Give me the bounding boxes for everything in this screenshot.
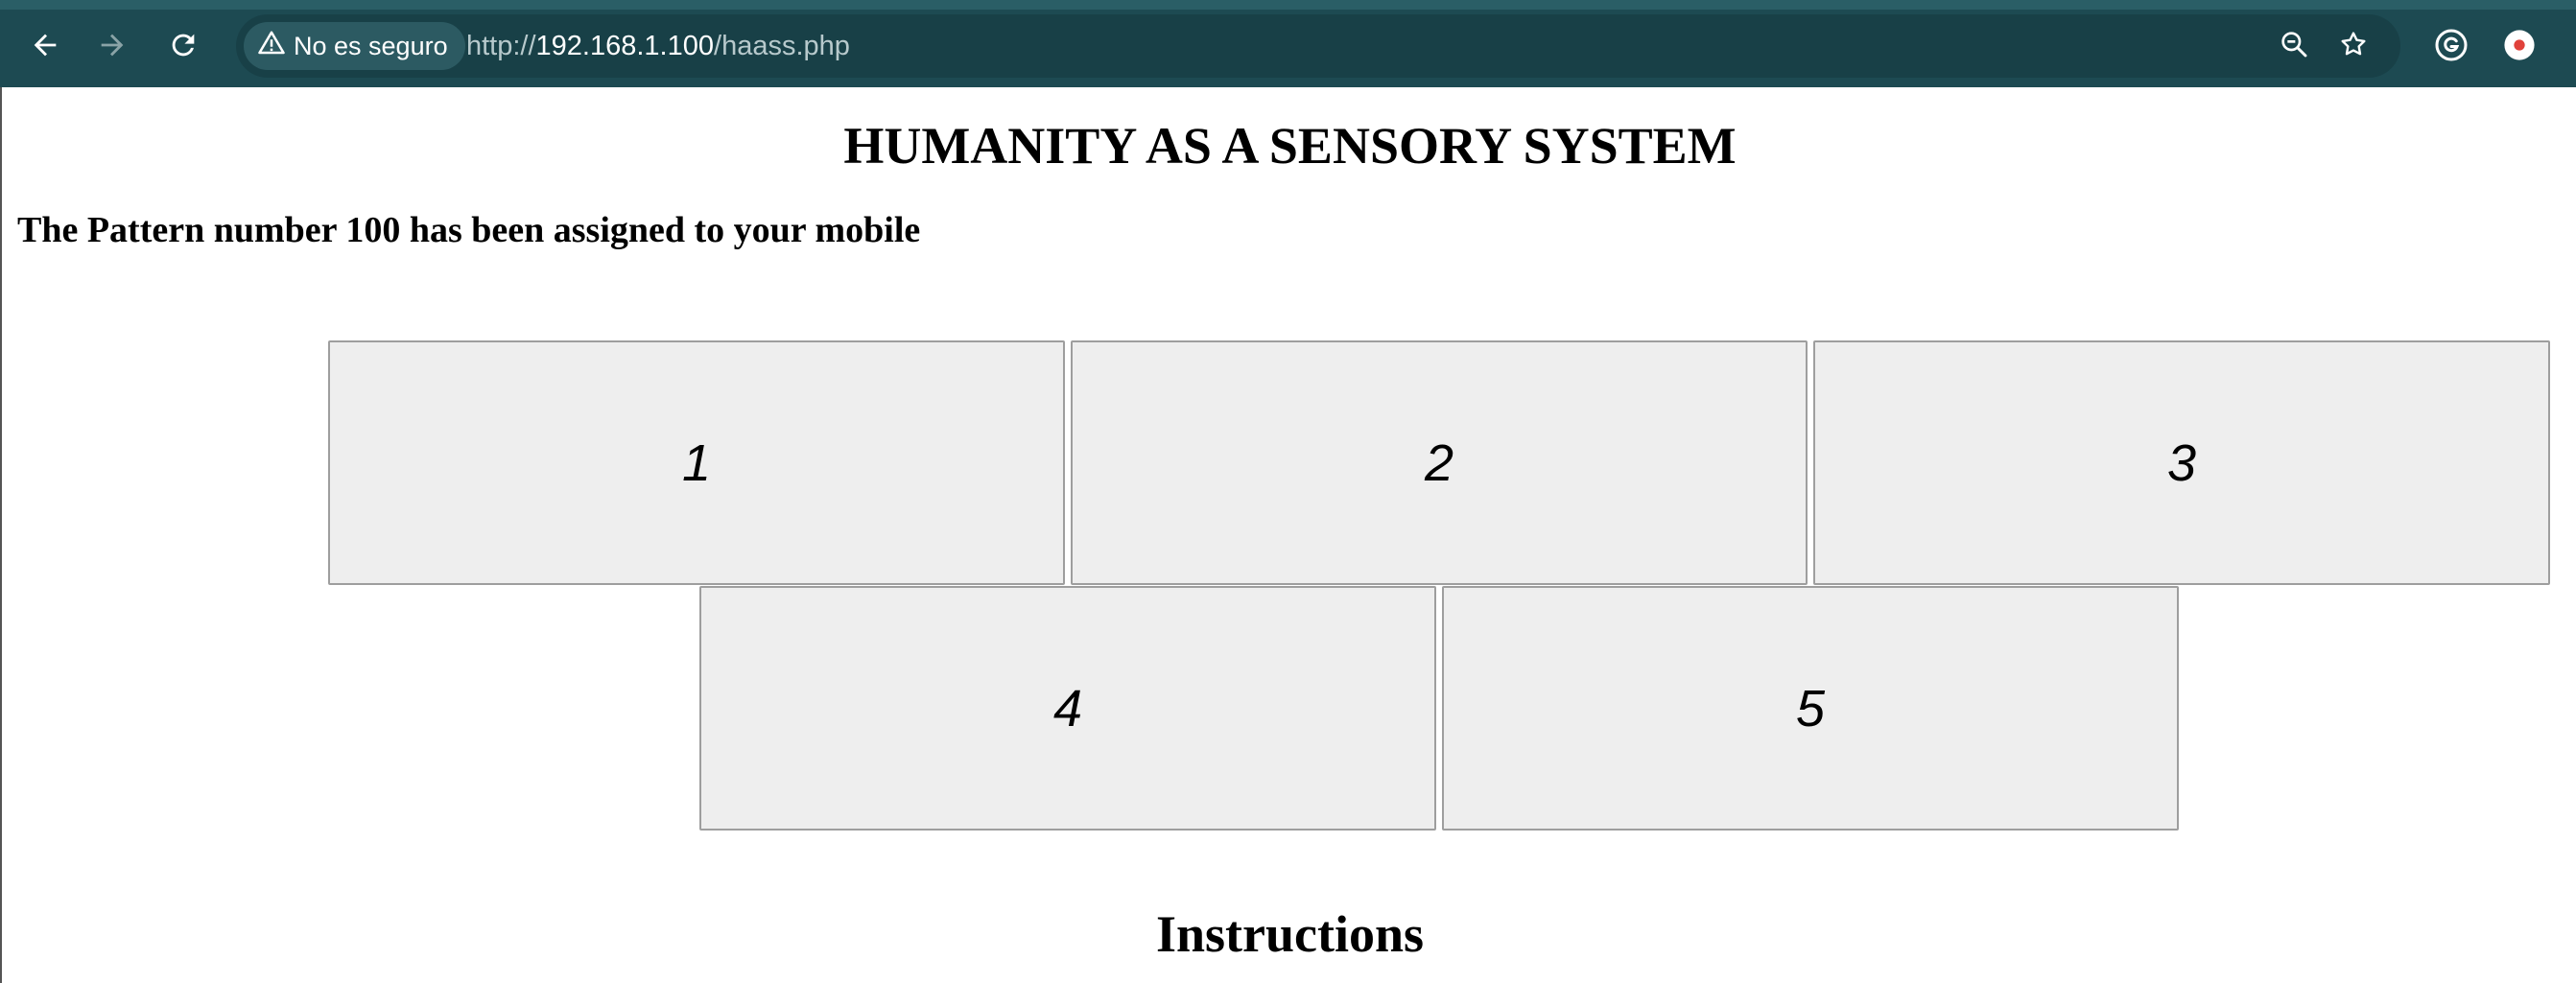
grammarly-icon (2434, 28, 2469, 67)
zoom-out-icon (2279, 29, 2309, 64)
forward-button[interactable] (90, 23, 134, 67)
grammarly-extension-button[interactable] (2432, 28, 2470, 66)
pattern-button-3[interactable]: 3 (1813, 340, 2550, 585)
profile-icon (2503, 29, 2536, 66)
back-button[interactable] (23, 23, 67, 67)
page-content: HUMANITY AS A SENSORY SYSTEM The Pattern… (0, 87, 2576, 983)
pattern-button-label: 3 (2166, 433, 2197, 492)
browser-toolbar: No es seguro http://192.168.1.100/haass.… (0, 0, 2576, 87)
address-bar[interactable]: No es seguro http://192.168.1.100/haass.… (236, 14, 2400, 78)
reload-icon (167, 29, 200, 61)
pattern-button-label: 1 (681, 433, 712, 492)
profile-button[interactable] (2500, 28, 2539, 66)
pattern-button-4[interactable]: 4 (699, 586, 1436, 831)
url-host: 192.168.1.100 (535, 31, 715, 61)
pattern-button-2[interactable]: 2 (1071, 340, 1808, 585)
forward-icon (96, 29, 129, 61)
pattern-button-label: 4 (1052, 679, 1083, 737)
star-icon (2338, 29, 2369, 64)
url-path: /haass.php (714, 31, 850, 61)
bookmark-button[interactable] (2331, 24, 2375, 68)
pattern-button-1[interactable]: 1 (328, 340, 1065, 585)
page-title: HUMANITY AS A SENSORY SYSTEM (843, 117, 1737, 175)
security-label: No es seguro (294, 31, 448, 60)
pattern-button-5[interactable]: 5 (1442, 586, 2179, 831)
url-text[interactable]: http://192.168.1.100/haass.php (466, 14, 850, 78)
reload-button[interactable] (161, 23, 205, 67)
warning-icon (257, 29, 286, 64)
back-icon (29, 29, 61, 61)
pattern-button-label: 2 (1424, 433, 1454, 492)
security-indicator[interactable]: No es seguro (244, 22, 465, 70)
pattern-assignment-message: The Pattern number 100 has been assigned… (17, 210, 921, 250)
zoom-button[interactable] (2272, 24, 2316, 68)
instructions-heading: Instructions (1155, 905, 1425, 963)
url-scheme: http:// (466, 31, 536, 61)
pattern-button-label: 5 (1795, 679, 1826, 737)
